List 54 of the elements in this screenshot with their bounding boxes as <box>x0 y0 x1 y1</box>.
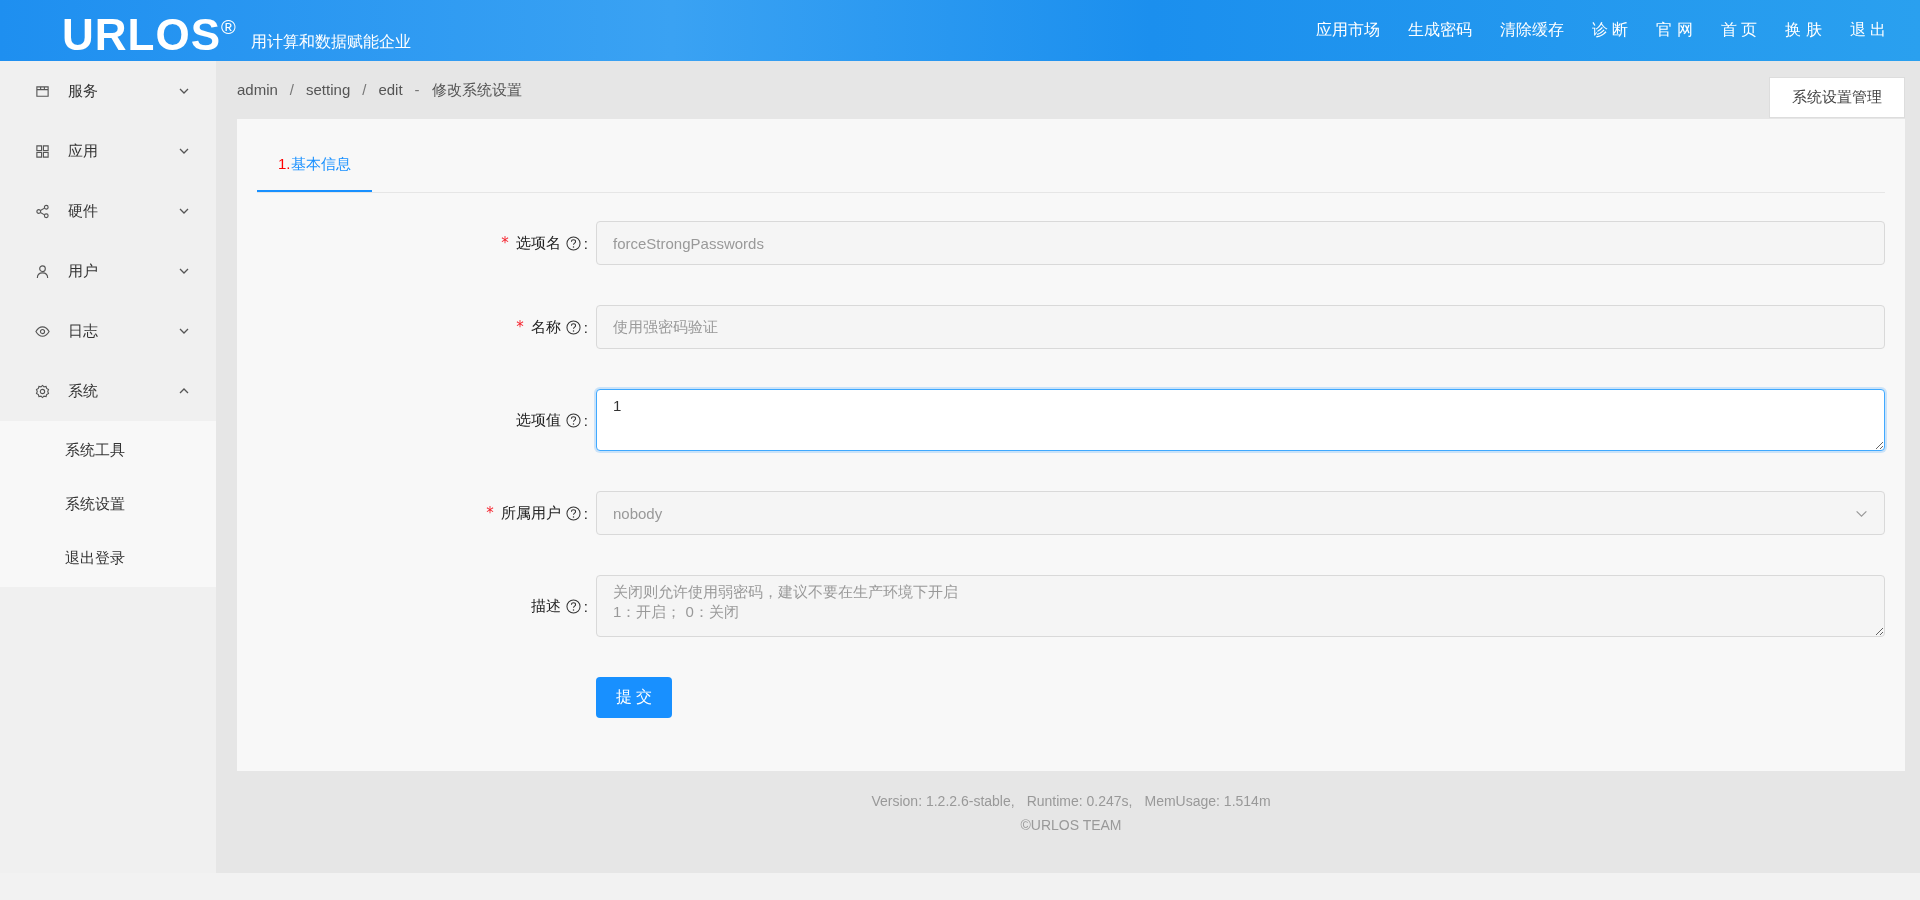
copyright-text: ©URLOS TEAM <box>1020 817 1122 833</box>
sidebar-menu-item[interactable]: 日志 <box>0 301 216 361</box>
submenu-item[interactable]: 系统工具 <box>0 423 216 477</box>
sidebar-menu-item[interactable]: 服务 <box>0 61 216 121</box>
gear-icon <box>35 383 50 399</box>
help-icon <box>565 235 581 251</box>
breadcrumb-dash: - <box>414 80 420 100</box>
page-title: 修改系统设置 <box>431 80 522 100</box>
label-colon: : <box>583 234 588 252</box>
eye-icon <box>35 323 50 339</box>
logo-text: URLOS$^{®}$ <box>62 8 237 60</box>
settings-manage-button[interactable]: 系统设置管理 <box>1769 76 1905 118</box>
nav-link[interactable]: 应用市场 <box>1315 20 1380 41</box>
label-colon: : <box>583 597 588 615</box>
help-icon <box>565 412 581 428</box>
required-asterisk: * <box>486 504 494 522</box>
submenu-item[interactable]: 退出登录 <box>0 531 216 585</box>
label-colon: : <box>583 318 588 336</box>
submit-button[interactable]: 提 交 <box>596 677 673 718</box>
field-label: 名称 <box>530 317 561 337</box>
breadcrumb-link[interactable]: setting <box>306 80 351 100</box>
required-asterisk: * <box>516 318 524 336</box>
help-icon <box>565 505 581 521</box>
nav-link[interactable]: 官 网 <box>1656 20 1693 41</box>
field-label: 所属用户 <box>500 503 561 523</box>
sidebar-menu-item[interactable]: 用户 <box>0 241 216 301</box>
nav-link[interactable]: 清除缓存 <box>1499 20 1564 41</box>
text-area[interactable]: 1 <box>596 389 1885 451</box>
tab[interactable]: 1.基本信息 <box>257 139 372 192</box>
user-icon <box>35 263 50 279</box>
memory-usage-text: MemUsage: 1.514m <box>1144 793 1271 809</box>
label-colon: : <box>583 504 588 522</box>
field-label: 选项名 <box>515 233 561 253</box>
sidebar-menu-item[interactable]: 硬件 <box>0 181 216 241</box>
help-icon <box>565 598 581 614</box>
share-icon <box>35 203 50 219</box>
version-text: Version: 1.2.2.6-stable, <box>871 793 1015 809</box>
breadcrumb-link[interactable]: edit <box>378 80 403 100</box>
grid-icon <box>35 143 50 159</box>
slogan-text: 用计算和数据赋能企业 <box>250 32 411 53</box>
breadcrumb-separator: / <box>362 80 367 100</box>
required-asterisk: * <box>501 234 509 252</box>
field-label: 描述 <box>530 596 561 616</box>
nav-link[interactable]: 诊 断 <box>1591 20 1629 41</box>
sidebar-menu-item[interactable]: 应用 <box>0 121 216 181</box>
nav-link[interactable]: 生成密码 <box>1407 20 1472 41</box>
breadcrumb-separator: / <box>289 80 295 100</box>
sidebar-menu-item[interactable]: 系统 <box>0 361 216 421</box>
breadcrumb-link[interactable]: admin <box>237 80 278 100</box>
runtime-text: Runtime: 0.247s, <box>1026 793 1133 809</box>
field-label: 选项值 <box>515 410 561 430</box>
submenu-item[interactable]: 系统设置 <box>0 477 216 531</box>
help-icon <box>565 319 581 335</box>
label-colon: : <box>583 411 588 429</box>
